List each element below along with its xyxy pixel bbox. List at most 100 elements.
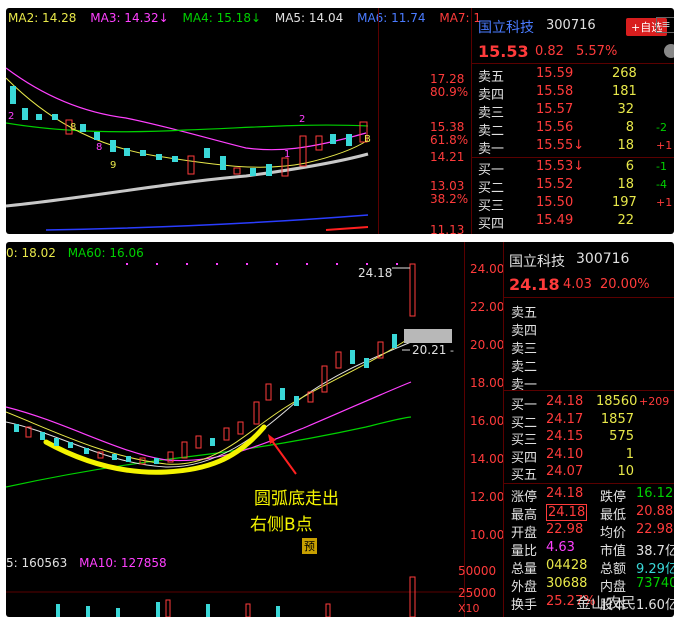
bottom-change: 4.03 — [563, 277, 592, 292]
settings-icon[interactable] — [664, 44, 674, 58]
ask-row-label: 卖五 — [478, 70, 505, 85]
bid-row-vol: 6 — [625, 159, 634, 174]
mark-b-top: B — [364, 134, 371, 145]
bottom-axis-separator — [464, 242, 465, 617]
mark-8: 8 — [96, 142, 103, 153]
ask-row-label: 卖一 — [478, 142, 505, 157]
bottom-bid-vol: 10 — [617, 464, 634, 479]
bottom-quote-separator — [503, 242, 504, 617]
axis-11-13: 11.13 — [430, 223, 465, 234]
bid-row-label: 买四 — [478, 217, 505, 232]
stat-value-2: 9.29亿 — [636, 562, 674, 577]
stat-value: 24.18 — [546, 504, 588, 521]
bottom-ask-label: 卖五 — [511, 306, 538, 321]
axis-15-38: 15.38 — [430, 120, 465, 134]
axis-17-28: 17.28 — [430, 72, 465, 86]
ask-row-chg: -2 — [656, 121, 667, 134]
bottom-bid-vol: 575 — [609, 429, 634, 444]
bid-row-label: 买三 — [478, 199, 505, 214]
axis-24: 24.00 — [470, 262, 505, 276]
bid-row-vol: 22 — [617, 213, 634, 228]
bid-row-price: 15.49 — [536, 213, 574, 228]
bottom-price: 24.18 — [509, 275, 560, 294]
bottom-bid-price: 24.07 — [546, 464, 584, 479]
bid-row-label: 买二 — [478, 181, 505, 196]
bid-row-vol: 18 — [617, 177, 634, 192]
bottom-bid-vol: 1857 — [600, 411, 634, 427]
axis-80-9: 80.9% — [430, 85, 469, 99]
vol-ma10-label: MA10: 127858 — [79, 556, 167, 570]
stat-key-2: 市值 — [600, 544, 627, 559]
bq-divider-3 — [504, 483, 674, 484]
stat-key-2: 均价 — [600, 526, 627, 541]
ask-row-vol: 268 — [612, 66, 637, 81]
bottom-bid-price: 24.17 — [546, 411, 584, 427]
low-mark-label: 20.21 — [412, 343, 447, 357]
stat-value: 24.18 — [546, 486, 584, 501]
bottom-ask-label: 卖四 — [511, 324, 538, 339]
top-change: 0.82 — [535, 44, 564, 59]
stat-key-2: 最低 — [600, 508, 627, 523]
vol-ma5-label: 5: 160563 — [6, 556, 68, 570]
ask-row-vol: 32 — [617, 102, 634, 117]
axis-13-03: 13.03 — [430, 179, 465, 193]
ask-row-vol: 181 — [612, 84, 637, 99]
top-chart-window: MA2: 14.28 MA3: 14.32↓ MA4: 15.18↓ MA5: … — [6, 8, 674, 234]
axis-14: 14.00 — [470, 452, 505, 466]
bid-row-chg: +1 — [656, 196, 673, 209]
bottom-bid-vol: 18560 — [596, 394, 638, 409]
bottom-ask-label: 卖三 — [511, 342, 538, 357]
stock-name: 国立科技 — [478, 20, 534, 36]
quote-divider-mid — [472, 157, 674, 158]
vol-axis-25000: 25000 — [458, 586, 497, 600]
bottom-stock-name: 国立科技 — [509, 254, 565, 270]
stat-value-2: 20.88 — [636, 504, 674, 519]
bottom-pct: 20.00% — [600, 277, 650, 292]
axis-16: 16.00 — [470, 414, 505, 428]
bq-divider-2 — [504, 390, 674, 391]
ask-row-vol: 18 — [617, 138, 634, 153]
axis-18: 18.00 — [470, 376, 505, 390]
bq-divider-1 — [504, 297, 674, 298]
bid-row-chg: -4 — [656, 178, 667, 191]
axis-20: 20.00 — [470, 338, 505, 352]
stat-value-2: 16.12 — [636, 486, 674, 501]
top-candles — [10, 86, 368, 177]
bid-row-chg: -1 — [656, 160, 667, 173]
stat-key: 总量 — [511, 562, 538, 577]
ask-row-price: 15.56 — [536, 120, 574, 135]
mark-2-right: 2 — [299, 114, 306, 125]
stat-key: 最高 — [511, 508, 538, 523]
bid-row-vol: 197 — [612, 195, 637, 210]
ask-row-price: 15.55↓ — [536, 138, 585, 153]
stat-key: 外盘 — [511, 580, 538, 595]
low-mark-dash: - — [450, 344, 454, 357]
axis-12: 12.00 — [470, 490, 505, 504]
quote-divider-top — [472, 63, 674, 64]
axis-14-21: 14.21 — [430, 150, 465, 164]
axis-10: 10.00 — [470, 528, 505, 542]
menu-icon[interactable]: ≡ — [656, 17, 674, 33]
bottom-bid-label: 买一 — [511, 398, 538, 413]
stat-key-2: 跌停 — [600, 490, 627, 505]
bottom-bid-vol: 1 — [625, 446, 634, 462]
stat-key-2: 总额 — [600, 562, 627, 577]
vol-axis-50000: 50000 — [458, 564, 497, 578]
annotation-line2: 右侧B点 — [250, 515, 313, 535]
stat-value: 30688 — [546, 576, 588, 591]
axis-61-8: 61.8% — [430, 133, 469, 147]
high-price-label: 24.18 — [358, 266, 393, 280]
bottom-chart-window: 0: 18.02 MA60: 16.06 24.18 20.21 - 圆弧底走出… — [6, 242, 674, 617]
ask-row-chg: +1 — [656, 139, 673, 152]
bottom-bid-price: 24.18 — [546, 394, 584, 409]
mark-1: 1 — [284, 149, 291, 160]
bottom-bid-chg: +209 — [639, 395, 670, 408]
ask-row-price: 15.57 — [536, 102, 574, 117]
bottom-bid-price: 24.10 — [546, 446, 584, 462]
axis-22: 22.00 — [470, 300, 505, 314]
stat-key: 量比 — [511, 544, 538, 559]
stat-value-2: 38.7亿 — [636, 544, 674, 559]
ask-row-price: 15.59 — [536, 66, 574, 81]
stat-value-2: 22.98 — [636, 522, 674, 537]
vol-axis-x10: X10 — [458, 602, 480, 615]
